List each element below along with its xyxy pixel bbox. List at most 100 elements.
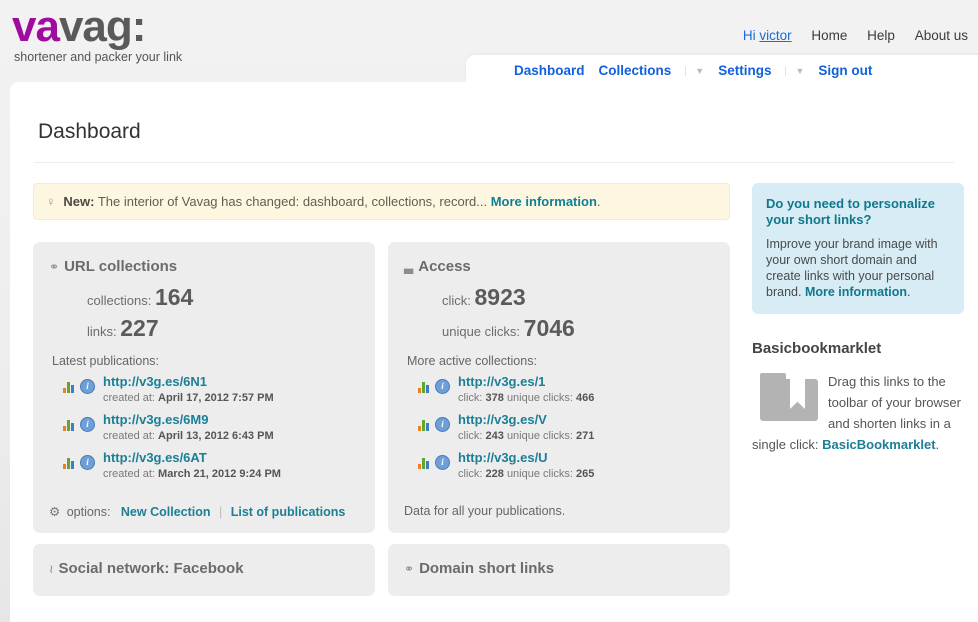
info-icon[interactable]: i (435, 455, 450, 470)
rss-icon: ≀ (49, 562, 54, 576)
bar-chart-small-icon: ▃ (404, 260, 413, 274)
promo-more-info-link[interactable]: More information (805, 285, 907, 299)
top-link-about[interactable]: About us (915, 28, 968, 43)
collection-link[interactable]: http://v3g.es/V (458, 412, 594, 427)
publication-meta-value: March 21, 2012 9:24 PM (158, 468, 281, 480)
publication-link[interactable]: http://v3g.es/6M9 (103, 412, 274, 427)
stat-click-value: 8923 (475, 284, 526, 310)
publication-meta-prefix: created at: (103, 430, 155, 442)
username-link[interactable]: victor (759, 28, 791, 43)
collection-click-label: click: (458, 430, 482, 442)
publication-meta: created at: April 17, 2012 7:57 PM (103, 392, 274, 404)
bookmarklet-body: Drag this links to the toolbar of your b… (752, 371, 964, 455)
site-logo[interactable]: vavag: (12, 2, 145, 52)
access-footer-text: Data for all your publications. (404, 494, 714, 532)
greeting-label: Hi (743, 28, 756, 43)
bar-chart-icon[interactable] (418, 456, 432, 469)
sidebar: Do you need to personalize your short li… (752, 163, 964, 596)
top-links: Hi victor Home Help About us (743, 28, 968, 43)
panel-domain-short-links: ⚭Domain short links (388, 544, 730, 596)
page-title: Dashboard (38, 120, 978, 144)
item-icons: i (63, 417, 95, 432)
collection-unique-value: 271 (576, 430, 594, 442)
item-icons: i (418, 417, 450, 432)
panel-social-title-text: Social network: Facebook (59, 560, 244, 577)
notice-text: The interior of Vavag has changed: dashb… (98, 194, 487, 209)
promo-box: Do you need to personalize your short li… (752, 183, 964, 314)
stat-unique-clicks-value: 7046 (524, 315, 575, 341)
bar-chart-icon[interactable] (63, 418, 77, 431)
publication-meta: created at: April 13, 2012 6:43 PM (103, 430, 274, 442)
list-item[interactable]: i http://v3g.es/6M9 created at: April 13… (63, 412, 359, 444)
site-tagline: shortener and packer your link (14, 50, 182, 64)
collection-unique-label: unique clicks: (507, 392, 573, 404)
collection-click-value: 378 (486, 392, 504, 404)
notice-trailing: . (597, 194, 601, 209)
list-item[interactable]: i http://v3g.es/6AT created at: March 21… (63, 450, 359, 482)
stat-click-label: click: (442, 293, 471, 308)
list-item[interactable]: i http://v3g.es/U click: 228 unique clic… (418, 450, 714, 482)
collection-link[interactable]: http://v3g.es/1 (458, 374, 594, 389)
list-item[interactable]: i http://v3g.es/6N1 created at: April 17… (63, 374, 359, 406)
bar-chart-icon[interactable] (63, 456, 77, 469)
chevron-down-icon-collections[interactable]: ▼ (685, 66, 704, 76)
main-column: ♀ New: The interior of Vavag has changed… (33, 163, 730, 596)
info-icon[interactable]: i (80, 417, 95, 432)
collection-meta: click: 378 unique clicks: 466 (458, 392, 594, 404)
top-link-help[interactable]: Help (867, 28, 895, 43)
bookmarklet-heading: Basicbookmarklet (752, 340, 964, 357)
notice-more-info-link[interactable]: More information (491, 194, 597, 209)
nav-item-sign-out[interactable]: Sign out (818, 63, 872, 78)
top-link-home[interactable]: Home (811, 28, 847, 43)
publication-meta-prefix: created at: (103, 392, 155, 404)
publication-meta-prefix: created at: (103, 468, 155, 480)
publication-link[interactable]: http://v3g.es/6AT (103, 450, 281, 465)
stat-collections-label: collections: (87, 293, 151, 308)
collection-click-value: 228 (486, 468, 504, 480)
basic-bookmarklet-link[interactable]: BasicBookmarklet (822, 437, 935, 452)
new-collection-link[interactable]: New Collection (121, 505, 211, 519)
logo-part-a: va (12, 2, 59, 51)
collection-unique-label: unique clicks: (507, 430, 573, 442)
bar-chart-icon[interactable] (418, 418, 432, 431)
chevron-down-icon-settings[interactable]: ▼ (785, 66, 804, 76)
item-icons: i (63, 379, 95, 394)
panel-social-title: ≀ Social network: Facebook (49, 560, 359, 577)
page-body: ♀ New: The interior of Vavag has changed… (10, 163, 978, 596)
list-item[interactable]: i http://v3g.es/1 click: 378 unique clic… (418, 374, 714, 406)
bottom-panels: ≀ Social network: Facebook ⚭Domain short … (33, 544, 730, 596)
link-icon: ⚭ (404, 562, 414, 576)
collection-link[interactable]: http://v3g.es/U (458, 450, 594, 465)
stat-unique-clicks: unique clicks: 7046 (442, 316, 714, 344)
info-icon[interactable]: i (80, 379, 95, 394)
info-icon[interactable]: i (435, 417, 450, 432)
nav-item-settings[interactable]: Settings (718, 63, 771, 78)
link-icon: ⚭ (49, 260, 59, 274)
latest-publications-label: Latest publications: (52, 354, 359, 368)
item-text: http://v3g.es/6AT created at: March 21, … (103, 450, 281, 482)
collection-click-label: click: (458, 468, 482, 480)
logo-part-b: vag: (59, 2, 145, 51)
publication-link[interactable]: http://v3g.es/6N1 (103, 374, 274, 389)
promo-body: Improve your brand image with your own s… (766, 236, 950, 300)
url-collections-options: ⚙ options: New Collection | List of publ… (49, 494, 359, 533)
collection-meta: click: 228 unique clicks: 265 (458, 468, 594, 480)
stat-click: click: 8923 (442, 285, 714, 313)
stat-links: links: 227 (87, 316, 359, 344)
bar-chart-icon[interactable] (418, 380, 432, 393)
bar-chart-icon[interactable] (63, 380, 77, 393)
item-icons: i (63, 455, 95, 470)
list-item[interactable]: i http://v3g.es/V click: 243 unique clic… (418, 412, 714, 444)
panel-access: ▃Access click: 8923 unique clicks: 7046 … (388, 242, 730, 533)
info-icon[interactable]: i (435, 379, 450, 394)
nav-item-dashboard[interactable]: Dashboard (514, 63, 585, 78)
options-separator: | (219, 505, 222, 519)
nav-item-collections[interactable]: Collections (599, 63, 672, 78)
bookmarklet-block: Basicbookmarklet Drag this links to the … (752, 340, 964, 455)
access-stats: click: 8923 unique clicks: 7046 (442, 285, 714, 344)
folder-bookmark-icon (760, 373, 818, 421)
info-icon[interactable]: i (80, 455, 95, 470)
list-of-publications-link[interactable]: List of publications (231, 505, 346, 519)
panel-social-network: ≀ Social network: Facebook (33, 544, 375, 596)
lightbulb-icon: ♀ (46, 194, 56, 209)
